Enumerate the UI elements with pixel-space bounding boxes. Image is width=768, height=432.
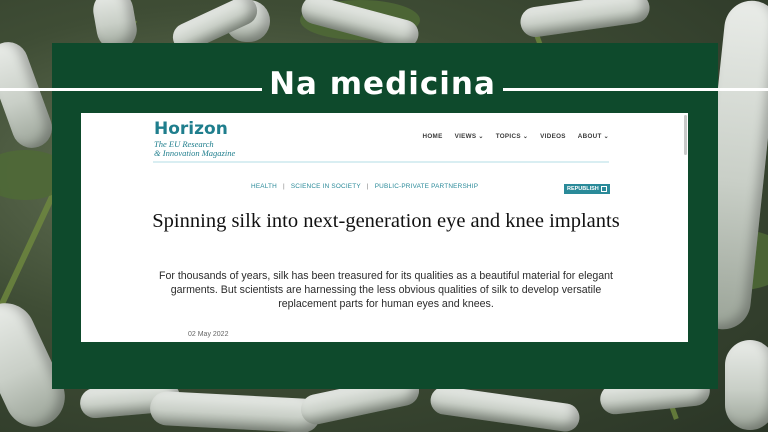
chevron-down-icon: ⌄ (478, 134, 484, 140)
tag-separator: | (366, 183, 369, 190)
tag-link[interactable]: HEALTH (251, 183, 277, 190)
chevron-down-icon: ⌄ (603, 134, 609, 140)
republish-label: REPUBLISH (567, 186, 599, 192)
tag-link[interactable]: SCIENCE IN SOCIETY (291, 183, 361, 190)
article-lede: For thousands of years, silk has been tr… (158, 270, 613, 310)
tag-link[interactable]: PUBLIC-PRIVATE PARTNERSHIP (375, 183, 478, 190)
overlay-title: Na medicina (269, 66, 496, 102)
nav-label: VIDEOS (540, 133, 566, 140)
article-headline: Spinning silk into next-generation eye a… (152, 210, 620, 232)
nav-label: ABOUT (577, 133, 602, 140)
nav-label: TOPICS (495, 133, 521, 140)
nav-label: VIEWS (454, 133, 477, 140)
header-divider (153, 161, 609, 163)
tag-separator: | (282, 183, 285, 190)
logo-subtitle-line2: & Innovation Magazine (154, 148, 236, 158)
chevron-down-icon: ⌄ (522, 134, 529, 140)
article-screenshot: Horizon The EU Research & Innovation Mag… (81, 113, 688, 342)
scrollbar[interactable] (684, 115, 687, 155)
horizon-logo[interactable]: Horizon (154, 119, 228, 139)
republish-icon (600, 186, 607, 192)
nav-label: HOME (422, 133, 443, 140)
nav-item-topics[interactable]: TOPICS ⌄ (496, 133, 528, 140)
nav-item-views[interactable]: VIEWS ⌄ (455, 133, 484, 140)
republish-button[interactable]: REPUBLISH (564, 184, 610, 194)
article-date: 02 May 2022 (188, 331, 229, 338)
nav-item-videos[interactable]: VIDEOS (540, 133, 566, 140)
main-nav: HOME VIEWS ⌄ TOPICS ⌄ VIDEOS ABOUT ⌄ (422, 133, 609, 140)
title-rule-left (0, 88, 262, 91)
logo-subtitle: The EU Research & Innovation Magazine (154, 140, 235, 158)
title-rule-right (503, 88, 768, 91)
nav-item-home[interactable]: HOME (422, 133, 442, 140)
article-tags: HEALTH | SCIENCE IN SOCIETY | PUBLIC-PRI… (251, 183, 478, 190)
nav-item-about[interactable]: ABOUT ⌄ (578, 133, 609, 140)
